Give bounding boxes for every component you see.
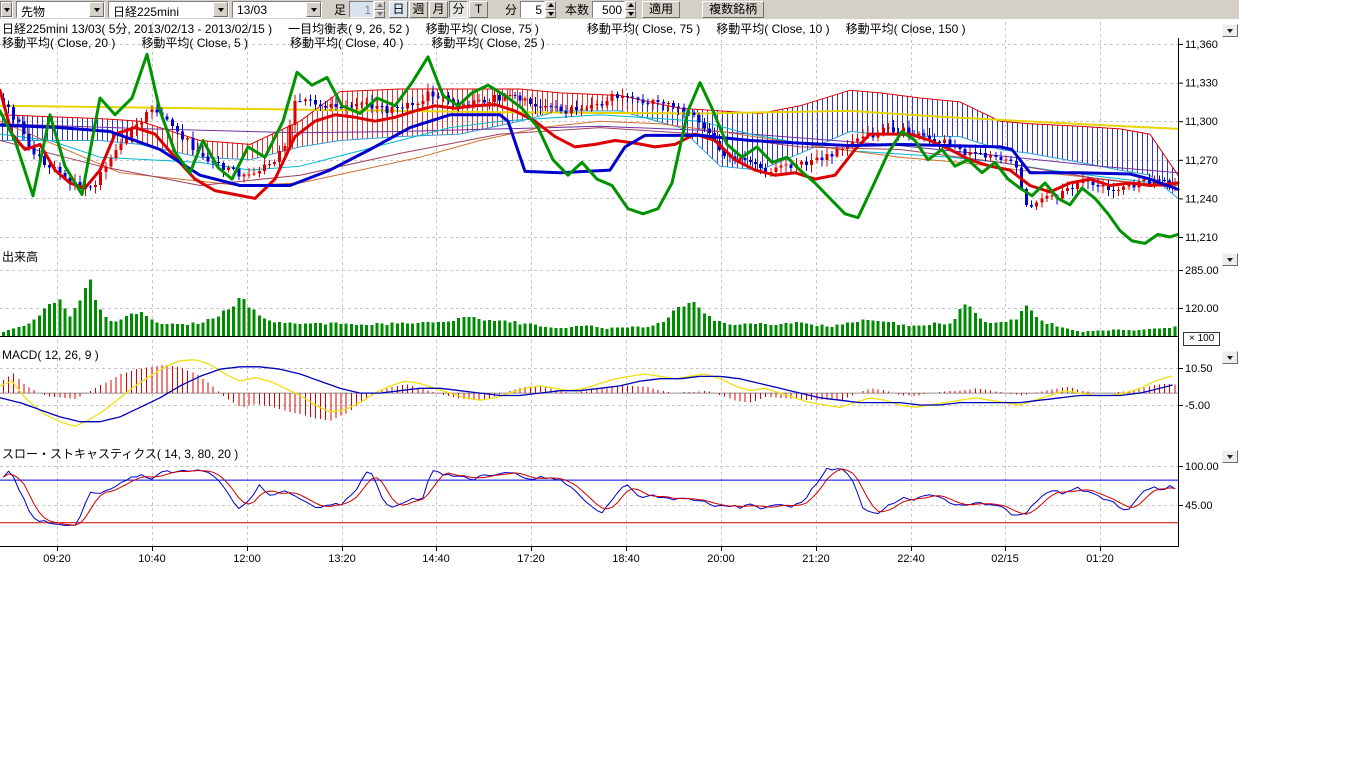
svg-text:10.50: 10.50 [1185, 363, 1213, 375]
chevron-down-icon [1227, 29, 1233, 33]
stochastics-panel-menu-button[interactable] [1222, 450, 1238, 463]
svg-text:100.00: 100.00 [1185, 461, 1219, 473]
volume-multiplier-badge: × 100 [1183, 332, 1220, 346]
ma25-label: 移動平均( Close, 25 ) [431, 36, 544, 50]
stochastics-panel-title: スロー・ストキャスティクス( 14, 3, 80, 20 ) [2, 445, 238, 462]
ma20-label: 移動平均( Close, 20 ) [2, 36, 115, 50]
svg-text:13:20: 13:20 [328, 553, 356, 565]
svg-text:11,360: 11,360 [1185, 39, 1218, 51]
svg-text:11,210: 11,210 [1185, 232, 1218, 244]
indicator-header-line2: 移動平均( Close, 20 ) 移動平均( Close, 5 ) 移動平均( C… [2, 34, 561, 51]
svg-text:45.00: 45.00 [1185, 500, 1213, 512]
svg-text:14:40: 14:40 [422, 553, 450, 565]
svg-text:18:40: 18:40 [612, 553, 640, 565]
volume-panel-menu-button[interactable] [1222, 253, 1238, 266]
chart-canvas: 11,360 11,330 11,300 11,270 11,240 11,210 285.… [0, 0, 1366, 575]
chevron-down-icon [1227, 356, 1233, 360]
ma40-label: 移動平均( Close, 40 ) [290, 36, 403, 50]
ma5-label: 移動平均( Close, 5 ) [141, 36, 248, 50]
svg-text:11,240: 11,240 [1185, 193, 1218, 205]
svg-text:-5.00: -5.00 [1185, 400, 1210, 412]
chevron-down-icon [1227, 455, 1233, 459]
svg-text:02/15: 02/15 [991, 553, 1019, 565]
svg-text:120.00: 120.00 [1185, 303, 1219, 315]
chevron-down-icon [1227, 258, 1233, 262]
ma75b-label: 移動平均( Close, 75 ) [587, 22, 700, 36]
ma150-label: 移動平均( Close, 150 ) [846, 22, 966, 36]
trading-app-window: { "toolbar": { "instrument_type": "先物", … [0, 0, 1366, 768]
svg-text:11,330: 11,330 [1185, 78, 1218, 90]
macd-panel-title: MACD( 12, 26, 9 ) [2, 348, 99, 362]
svg-text:09:20: 09:20 [43, 553, 71, 565]
svg-text:20:00: 20:00 [707, 553, 735, 565]
ma10-label: 移動平均( Close, 10 ) [716, 22, 829, 36]
price-panel-menu-button[interactable] [1222, 24, 1238, 37]
svg-text:17:20: 17:20 [517, 553, 545, 565]
svg-text:01:20: 01:20 [1086, 553, 1114, 565]
svg-text:12:00: 12:00 [233, 553, 261, 565]
macd-panel-menu-button[interactable] [1222, 351, 1238, 364]
svg-text:22:40: 22:40 [897, 553, 925, 565]
svg-text:11,270: 11,270 [1185, 155, 1218, 167]
svg-text:11,300: 11,300 [1185, 116, 1218, 128]
svg-text:285.00: 285.00 [1185, 265, 1219, 277]
volume-panel-title: 出来高 [2, 248, 38, 265]
svg-text:21:20: 21:20 [802, 553, 830, 565]
svg-text:10:40: 10:40 [138, 553, 166, 565]
